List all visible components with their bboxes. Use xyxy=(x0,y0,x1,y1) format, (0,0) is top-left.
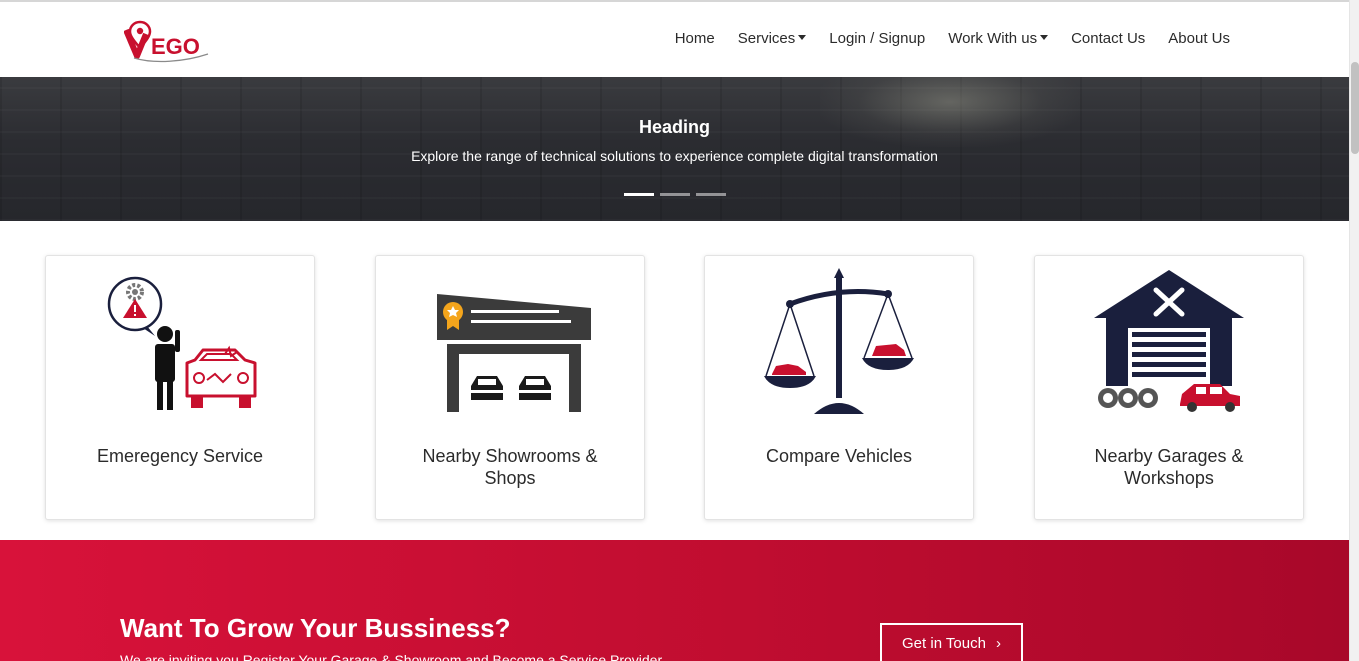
nav-login-label: Login / Signup xyxy=(829,30,926,47)
cta-subtitle: We are inviting you Register Your Garage… xyxy=(120,652,663,661)
nav-contact[interactable]: Contact Us xyxy=(1071,30,1145,47)
caret-down-icon xyxy=(1040,34,1049,40)
hero-carousel: Heading Explore the range of technical s… xyxy=(0,77,1349,221)
nav-services-label: Services xyxy=(737,30,796,47)
scale-compare-icon xyxy=(764,268,914,414)
scrollbar-thumb[interactable] xyxy=(1351,62,1359,154)
nav-about-label: About Us xyxy=(1168,30,1230,47)
logo-icon: EGO xyxy=(123,20,209,63)
hero-heading: Heading xyxy=(638,117,710,137)
hero-subtitle: Explore the range of technical solutions… xyxy=(411,148,938,164)
caret-down-icon xyxy=(798,34,807,40)
get-in-touch-label: Get in Touch xyxy=(902,634,986,652)
chevron-right-icon: › xyxy=(995,634,1001,652)
nav-login-signup[interactable]: Login / Signup xyxy=(829,30,925,47)
nav-work-label: Work With us xyxy=(948,30,1038,47)
service-card-emergency[interactable]: Emeregency Service xyxy=(45,255,315,520)
svg-text:EGO: EGO xyxy=(151,34,200,59)
page-scrollbar[interactable] xyxy=(1349,0,1359,661)
get-in-touch-button[interactable]: Get in Touch › xyxy=(880,623,1023,661)
carousel-indicators xyxy=(624,193,732,196)
nav-about[interactable]: About Us xyxy=(1168,30,1230,47)
nav-home[interactable]: Home xyxy=(675,30,715,47)
cta-title: Want To Grow Your Bussiness? xyxy=(120,613,511,643)
nav-home-label: Home xyxy=(674,30,715,47)
showroom-icon xyxy=(437,294,591,412)
carousel-indicator-1[interactable] xyxy=(624,193,654,196)
nav-contact-label: Contact Us xyxy=(1071,30,1146,47)
card-title: Nearby Garages & Workshops xyxy=(1094,446,1244,488)
navbar: EGO Home Services Login / Signup Work Wi… xyxy=(0,2,1349,77)
cta-section: Want To Grow Your Bussiness? We are invi… xyxy=(0,540,1349,661)
garage-icon xyxy=(1094,270,1244,412)
carousel-indicator-2[interactable] xyxy=(660,193,690,196)
service-card-garages[interactable]: Nearby Garages & Workshops xyxy=(1034,255,1304,520)
nav-services-dropdown[interactable]: Services xyxy=(738,30,807,47)
emergency-service-icon xyxy=(107,276,257,410)
card-title: Compare Vehicles xyxy=(765,446,913,466)
main-nav: Home Services Login / Signup Work With u… xyxy=(652,30,1230,47)
service-card-showrooms[interactable]: Nearby Showrooms & Shops xyxy=(375,255,645,520)
nav-work-dropdown[interactable]: Work With us xyxy=(948,30,1049,47)
card-title: Nearby Showrooms & Shops xyxy=(422,446,598,488)
service-card-compare[interactable]: Compare Vehicles xyxy=(704,255,974,520)
brand-logo[interactable]: EGO xyxy=(123,20,216,64)
card-title: Emeregency Service xyxy=(96,446,264,466)
carousel-indicator-3[interactable] xyxy=(696,193,726,196)
